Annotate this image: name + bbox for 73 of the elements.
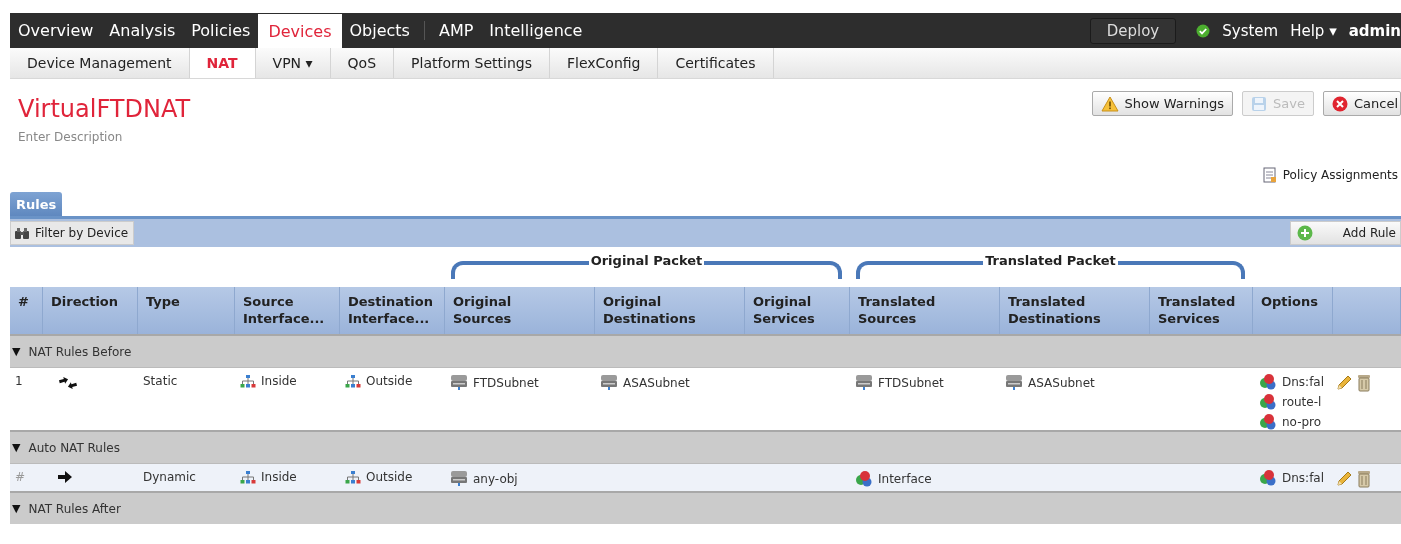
user-menu[interactable]: admin [1348,21,1401,40]
object-name: Dns:fal [1282,470,1325,485]
object-name: Dns:fal [1282,374,1325,389]
server-icon [1005,374,1023,391]
warning-icon [1100,95,1119,112]
object-name: ASASubnet [1028,375,1095,390]
object-group-icon [1259,393,1277,410]
object-name: route-l [1282,394,1322,409]
nav-tab[interactable]: AMP [430,13,482,48]
sub-nav-tab[interactable]: FlexConfig [549,48,659,78]
sub-nav-tab[interactable]: QoS [330,48,395,78]
system-menu[interactable]: System [1222,21,1279,40]
object-name: Interface [878,471,932,486]
object-name: Outside [366,374,413,388]
binoculars-icon [14,226,30,240]
document-icon [1262,167,1277,183]
server-icon [600,374,618,391]
section-label: NAT Rules After [28,501,121,516]
policy-title: VirtualFTDNAT [18,95,191,123]
section-label: NAT Rules Before [28,344,132,359]
sub-nav-tab[interactable]: Device Management [10,48,190,78]
object-name: FTDSubnet [878,375,944,390]
object-name: ASASubnet [623,375,690,390]
network-tree-icon [240,374,256,388]
object-name: FTDSubnet [473,375,539,390]
rule-number: # [15,470,27,484]
collapse-toggle[interactable]: ▼ [12,345,21,358]
table-cell-text: Dynamic [143,470,197,484]
object-group-icon [1259,373,1277,390]
object-group-icon [1259,413,1277,430]
section-label: Auto NAT Rules [28,440,120,455]
collapse-toggle[interactable]: ▼ [12,502,21,515]
nav-tab[interactable]: Intelligence [481,13,591,48]
cancel-button[interactable]: Cancel [1322,91,1401,116]
collapse-toggle[interactable]: ▼ [12,441,21,454]
network-tree-icon [240,470,256,484]
policy-assignments-link[interactable]: Policy Assignments [1262,167,1398,183]
server-icon [450,470,468,487]
close-icon [1331,95,1348,112]
filter-by-device-button[interactable]: Filter by Device [10,221,135,245]
server-icon [450,374,468,391]
sub-nav-tab[interactable]: Platform Settings [394,48,550,78]
help-menu[interactable]: Help ▾ [1290,21,1337,40]
sub-nav-tab[interactable]: Certificates [658,48,774,78]
sub-nav-tab[interactable]: VPN ▾ [255,48,331,78]
object-group-icon [1259,469,1277,486]
delete-icon[interactable] [1357,470,1371,488]
network-tree-icon [345,470,361,484]
add-rule-button[interactable]: Add Rule [1289,221,1401,245]
rule-number: 1 [15,374,24,388]
nav-tab[interactable]: Objects [341,13,418,48]
sub-nav-tab[interactable]: NAT [189,48,256,78]
edit-icon[interactable] [1335,470,1353,488]
object-name: no-pro [1282,414,1322,429]
description-field[interactable]: Enter Description [18,130,123,144]
object-name: any-obj [473,471,518,486]
network-tree-icon [345,374,361,388]
object-name: Outside [366,470,413,484]
nav-tab[interactable]: Devices [258,14,342,48]
nav-tab[interactable]: Overview [10,13,102,48]
delete-icon[interactable] [1357,374,1371,392]
show-warnings-button[interactable]: Show Warnings [1091,91,1234,116]
edit-icon[interactable] [1335,374,1353,392]
deploy-button[interactable]: Deploy [1089,17,1177,44]
server-icon [855,374,873,391]
nav-tab[interactable]: Policies [183,13,259,48]
object-name: Inside [261,470,297,484]
column-group-label: Original Packet [588,253,705,269]
object-name: Inside [261,374,297,388]
object-group-icon [855,470,873,487]
nav-tab[interactable]: Analysis [101,13,184,48]
add-icon [1296,225,1313,241]
table-cell-text: Static [143,374,179,388]
